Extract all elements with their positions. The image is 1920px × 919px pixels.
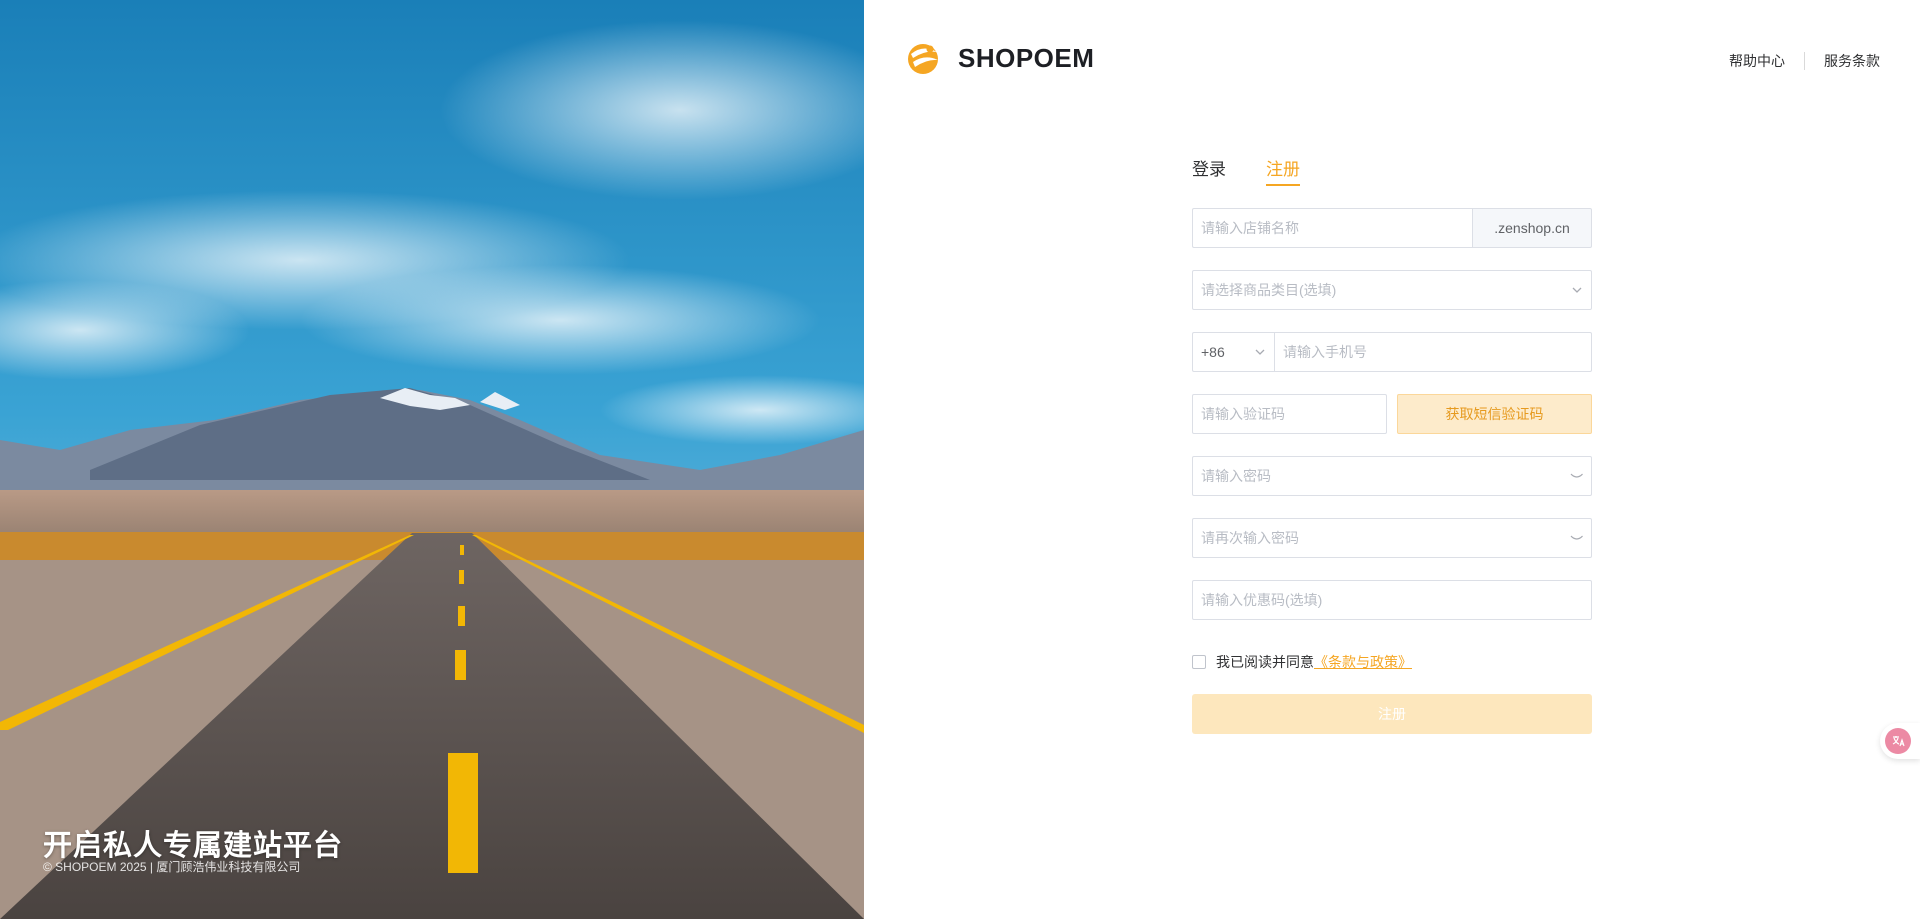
- terms-policy-link[interactable]: 《条款与政策》: [1314, 652, 1412, 672]
- phone-field[interactable]: [1274, 332, 1592, 372]
- help-center-link[interactable]: 帮助中心: [1729, 51, 1785, 71]
- auth-tabs: 登录 注册: [1192, 158, 1592, 186]
- brand-logo-icon: [908, 44, 938, 74]
- sms-row: 获取短信验证码: [1192, 394, 1592, 434]
- brand-logo[interactable]: SHOPOEM: [905, 40, 1094, 76]
- phone-input[interactable]: [1283, 344, 1583, 360]
- category-select[interactable]: 请选择商品类目(选填): [1192, 270, 1592, 310]
- store-name-input[interactable]: [1201, 220, 1464, 236]
- store-name-row: .zenshop.cn: [1192, 208, 1592, 248]
- category-row: 请选择商品类目(选填): [1192, 270, 1592, 310]
- eye-closed-icon[interactable]: [1570, 471, 1584, 481]
- chevron-down-icon: [1255, 349, 1265, 355]
- coupon-input[interactable]: [1201, 592, 1583, 608]
- password-field[interactable]: [1192, 456, 1592, 496]
- store-name-field[interactable]: [1192, 208, 1472, 248]
- country-code-value: +86: [1201, 344, 1225, 360]
- agree-text: 我已阅读并同意: [1216, 654, 1314, 670]
- agreement-row: 我已阅读并同意 《条款与政策》: [1192, 652, 1592, 672]
- hero-image: 开启私人专属建站平台 © SHOPOEM 2025 | 厦门顾浩伟业科技有限公司: [0, 0, 864, 919]
- tab-login[interactable]: 登录: [1192, 158, 1226, 186]
- domain-suffix: .zenshop.cn: [1472, 208, 1592, 248]
- top-nav: 帮助中心 服务条款: [1729, 51, 1880, 71]
- eye-closed-icon[interactable]: [1570, 533, 1584, 543]
- country-code-select[interactable]: +86: [1192, 332, 1274, 372]
- road-mountain-landscape: [0, 0, 864, 919]
- password-input[interactable]: [1201, 468, 1570, 484]
- coupon-row: [1192, 580, 1592, 620]
- brand-name: SHOPOEM: [958, 42, 1095, 73]
- confirm-password-field[interactable]: [1192, 518, 1592, 558]
- translate-icon: [1885, 728, 1911, 754]
- copyright: © SHOPOEM 2025 | 厦门顾浩伟业科技有限公司: [43, 860, 301, 874]
- register-submit-button[interactable]: 注册: [1192, 694, 1592, 734]
- confirm-password-input[interactable]: [1201, 530, 1570, 546]
- confirm-password-row: [1192, 518, 1592, 558]
- coupon-field[interactable]: [1192, 580, 1592, 620]
- category-placeholder: 请选择商品类目(选填): [1201, 282, 1337, 298]
- tab-register[interactable]: 注册: [1266, 158, 1300, 186]
- floating-translate-widget[interactable]: [1880, 723, 1920, 759]
- agree-checkbox[interactable]: [1192, 655, 1206, 669]
- phone-row: +86: [1192, 332, 1592, 372]
- terms-of-service-link[interactable]: 服务条款: [1824, 51, 1880, 71]
- nav-divider: [1804, 52, 1805, 70]
- sms-code-field[interactable]: [1192, 394, 1387, 434]
- register-form: 登录 注册 .zenshop.cn 请选择商品类目(选填) +86 获取短信验证…: [1192, 158, 1592, 734]
- password-row: [1192, 456, 1592, 496]
- get-sms-code-button[interactable]: 获取短信验证码: [1397, 394, 1592, 434]
- chevron-down-icon: [1572, 287, 1582, 293]
- sms-code-input[interactable]: [1201, 406, 1378, 422]
